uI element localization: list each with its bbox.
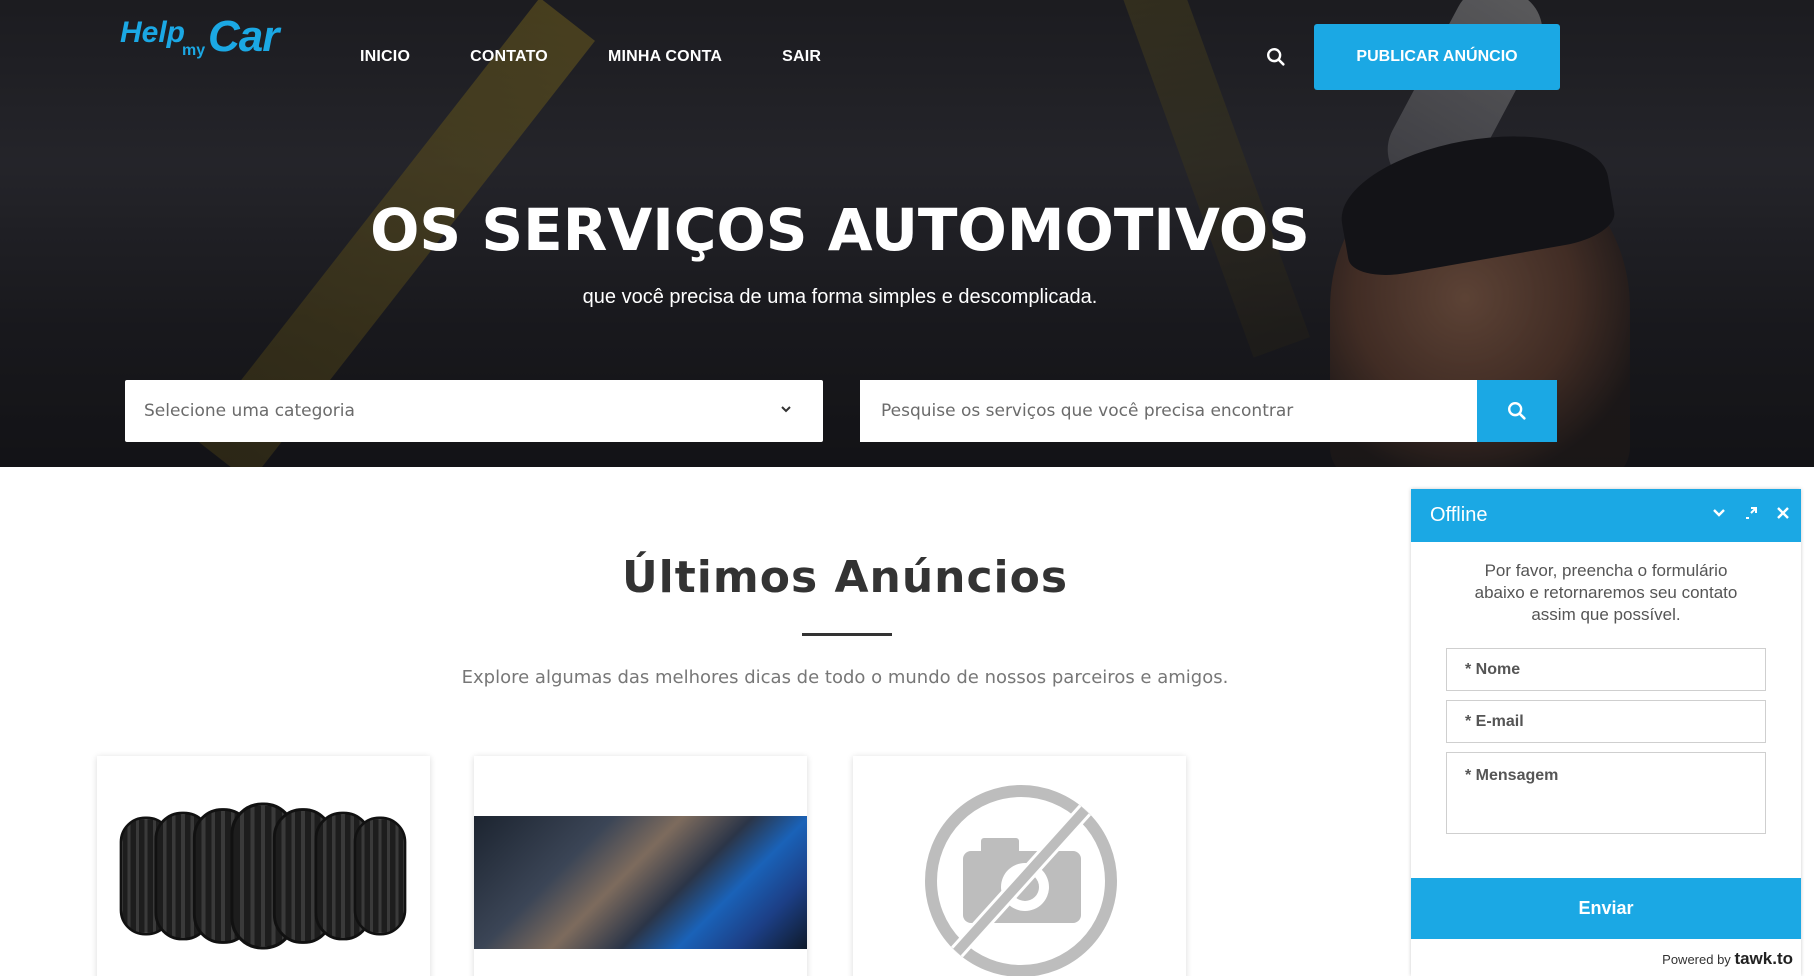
nav-item-inicio[interactable]: INICIO	[360, 48, 410, 66]
chat-send-button[interactable]: Enviar	[1411, 878, 1801, 939]
nav-item-minha-conta[interactable]: MINHA CONTA	[608, 48, 722, 66]
close-icon[interactable]	[1775, 505, 1791, 521]
chevron-down-icon	[781, 406, 791, 413]
expand-icon[interactable]	[1743, 505, 1759, 521]
nav-item-contato[interactable]: CONTATO	[470, 48, 548, 66]
hero-title: OS SERVIÇOS AUTOMOTIVOS	[370, 196, 1310, 264]
site-logo[interactable]: Help my Car	[120, 12, 310, 62]
chat-status: Offline	[1430, 504, 1488, 526]
publish-ad-button[interactable]: PUBLICAR ANÚNCIO	[1314, 24, 1560, 90]
tawk-logo: tawk.to	[1734, 949, 1793, 968]
chat-widget: Offline Por favor, preencha o formulário…	[1411, 489, 1801, 976]
chat-message-field[interactable]	[1446, 752, 1766, 834]
logo-car-text: Car	[208, 12, 279, 61]
chat-powered-by[interactable]: Powered by tawk.to	[1662, 949, 1793, 969]
logo-my-text: my	[182, 42, 206, 59]
listing-card-tires[interactable]	[97, 756, 430, 976]
nav-item-sair[interactable]: SAIR	[782, 48, 821, 66]
chat-offline-message: Por favor, preencha o formulário abaixo …	[1474, 561, 1738, 624]
search-input[interactable]	[860, 380, 1477, 442]
logo-help-text: Help	[120, 16, 186, 49]
chat-name-field[interactable]	[1446, 648, 1766, 691]
section-divider	[802, 633, 892, 636]
category-select-value: Selecione uma categoria	[144, 401, 355, 421]
search-icon[interactable]	[1265, 46, 1287, 68]
search-button[interactable]	[1477, 380, 1557, 442]
chat-email-field[interactable]	[1446, 700, 1766, 743]
engine-repair-image	[474, 816, 807, 949]
category-select[interactable]: Selecione uma categoria	[125, 380, 823, 442]
listing-card-no-photo[interactable]	[853, 756, 1186, 976]
chat-header[interactable]: Offline	[1411, 489, 1801, 542]
listing-card-engine[interactable]	[474, 756, 807, 976]
chevron-down-icon[interactable]	[1711, 505, 1727, 521]
search-icon	[1508, 402, 1526, 420]
main-nav: INICIO CONTATO MINHA CONTA SAIR	[360, 48, 881, 66]
hero-banner: Help my Car INICIO CONTATO MINHA CONTA S…	[0, 0, 1814, 467]
no-photo-icon	[925, 785, 1117, 976]
chat-powered-label: Powered by	[1662, 952, 1731, 967]
hero-subtitle: que você precisa de uma forma simples e …	[582, 286, 1098, 308]
